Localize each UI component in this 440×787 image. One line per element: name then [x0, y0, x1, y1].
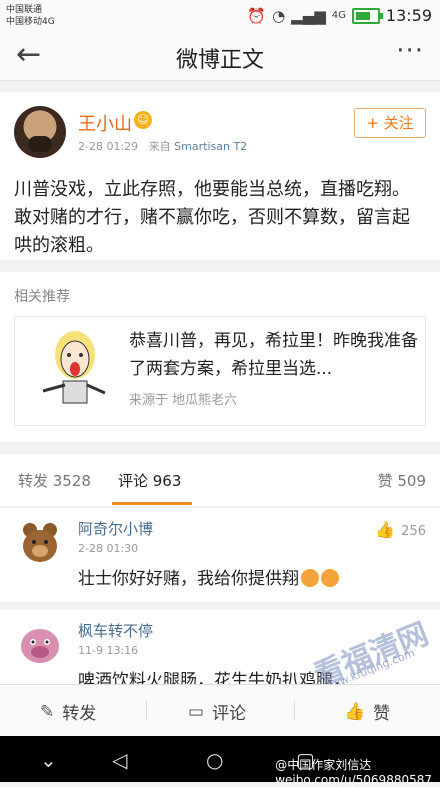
nav-bar: ← 微博正文 ···	[0, 32, 440, 81]
post-device[interactable]: Smartisan T2	[174, 140, 247, 153]
post-card: 王小山 ☺ 2-28 01:29 来自 Smartisan T2 + 关注 川普…	[0, 92, 440, 260]
comment-item[interactable]: 阿奇尔小博 2-28 01:30 壮士你好好赌，我给你提供翔 👍 256	[0, 508, 440, 602]
signal-icon: ▂▄▆	[291, 6, 326, 25]
comment-like-count: 256	[401, 524, 426, 539]
author-name[interactable]: 王小山	[78, 110, 132, 136]
carrier-info: 中国联通 中国移动4G	[6, 4, 55, 28]
tab-repost[interactable]: 转发 3528	[18, 470, 91, 491]
comment-text: 壮士你好好赌，我给你提供翔	[78, 564, 339, 589]
tab-comment[interactable]: 评论 963	[118, 470, 181, 491]
cat-emoji-icon	[321, 569, 339, 587]
home-circle-icon[interactable]: ○	[206, 748, 223, 772]
follow-button[interactable]: + 关注	[354, 108, 426, 138]
author-avatar[interactable]	[14, 106, 66, 158]
bottom-toolbar: ✎ 转发 ▭ 评论 👍 赞	[0, 684, 440, 737]
related-title: 相关推荐	[14, 289, 70, 305]
toolbar-divider	[294, 701, 295, 721]
comment-time: 11-9 13:16	[78, 644, 139, 657]
commenter-avatar[interactable]	[16, 518, 64, 566]
back-triangle-icon[interactable]: ◁	[112, 748, 127, 772]
status-time: 13:59	[385, 6, 432, 25]
post-text: 川普没戏，立此存照，他要能当总统，直播吃翔。敢对赌的才行，赌不赢你吃，否则不算数…	[14, 179, 410, 256]
thumbs-up-icon: 👍	[375, 520, 396, 539]
menu-icon[interactable]: ⌄	[40, 748, 57, 772]
post-from: 来自	[148, 140, 171, 153]
comment-text: 啤酒饮料火腿肠，花生牛奶扒鸡腿，	[78, 671, 350, 684]
commenter-name[interactable]: 阿奇尔小博	[78, 518, 153, 539]
carrier-1: 中国联通	[6, 5, 43, 15]
comment-icon: ▭	[188, 701, 205, 722]
more-options-icon[interactable]: ···	[396, 36, 424, 66]
related-card[interactable]: 恭喜川普，再见，希拉里！昨晚我准备了两套方案，希拉里当选... 来源于 地瓜熊老…	[14, 316, 426, 426]
footer-watermark: @中国作家刘信达 weibo.com/u/5069880587	[275, 756, 432, 787]
alarm-icon: ⏰	[247, 6, 267, 25]
related-card-source: 来源于 地瓜熊老六	[129, 393, 238, 408]
thumbs-up-icon: 👍	[344, 701, 366, 722]
related-card-text: 恭喜川普，再见，希拉里！昨晚我准备了两套方案，希拉里当选...	[129, 331, 418, 379]
cartoon-image	[42, 331, 106, 404]
wifi-icon: ◔	[272, 6, 286, 25]
system-nav-bar: ⌄ ◁ ○ ▢ @中国作家刘信达 weibo.com/u/5069880587	[0, 736, 440, 787]
repost-label: 转发	[62, 704, 97, 724]
related-section: 相关推荐 恭喜川普，再见，希拉里！昨晚我准备了两套方案，希拉里当选... 来源于…	[0, 272, 440, 442]
post-meta: 2-28 01:29 来自 Smartisan T2	[78, 138, 247, 154]
engagement-tabs: 转发 3528 评论 963 赞 509	[0, 454, 440, 507]
battery-icon	[351, 7, 383, 24]
tab-like[interactable]: 赞 509	[378, 470, 426, 491]
commenter-avatar[interactable]	[16, 620, 64, 668]
toolbar-divider	[146, 701, 147, 721]
vip-badge-icon: ☺	[134, 111, 152, 129]
edit-icon: ✎	[40, 701, 55, 722]
network-icon: 4G	[331, 10, 346, 21]
commenter-name[interactable]: 枫车转不停	[78, 620, 153, 641]
comment-time: 2-28 01:30	[78, 542, 139, 555]
carrier-2: 中国移动4G	[6, 17, 55, 27]
status-bar: 中国联通 中国移动4G ⏰ ◔ ▂▄▆ 4G 13:59	[0, 0, 440, 32]
page-title: 微博正文	[175, 48, 264, 73]
comment-button[interactable]: ▭ 评论	[188, 699, 247, 725]
footer-watermark-url: weibo.com/u/5069880587	[275, 773, 432, 787]
status-right: ⏰ ◔ ▂▄▆ 4G 13:59	[247, 6, 432, 25]
like-button[interactable]: 👍 赞	[344, 699, 391, 725]
comment-like[interactable]: 👍 256	[375, 520, 426, 539]
like-label: 赞	[373, 704, 391, 724]
repost-button[interactable]: ✎ 转发	[40, 699, 97, 725]
comment-label: 评论	[212, 704, 247, 724]
post-time: 2-28 01:29	[78, 140, 139, 153]
cat-emoji-icon	[301, 569, 319, 587]
footer-watermark-handle: @中国作家刘信达	[275, 758, 372, 772]
active-tab-indicator	[112, 502, 192, 505]
